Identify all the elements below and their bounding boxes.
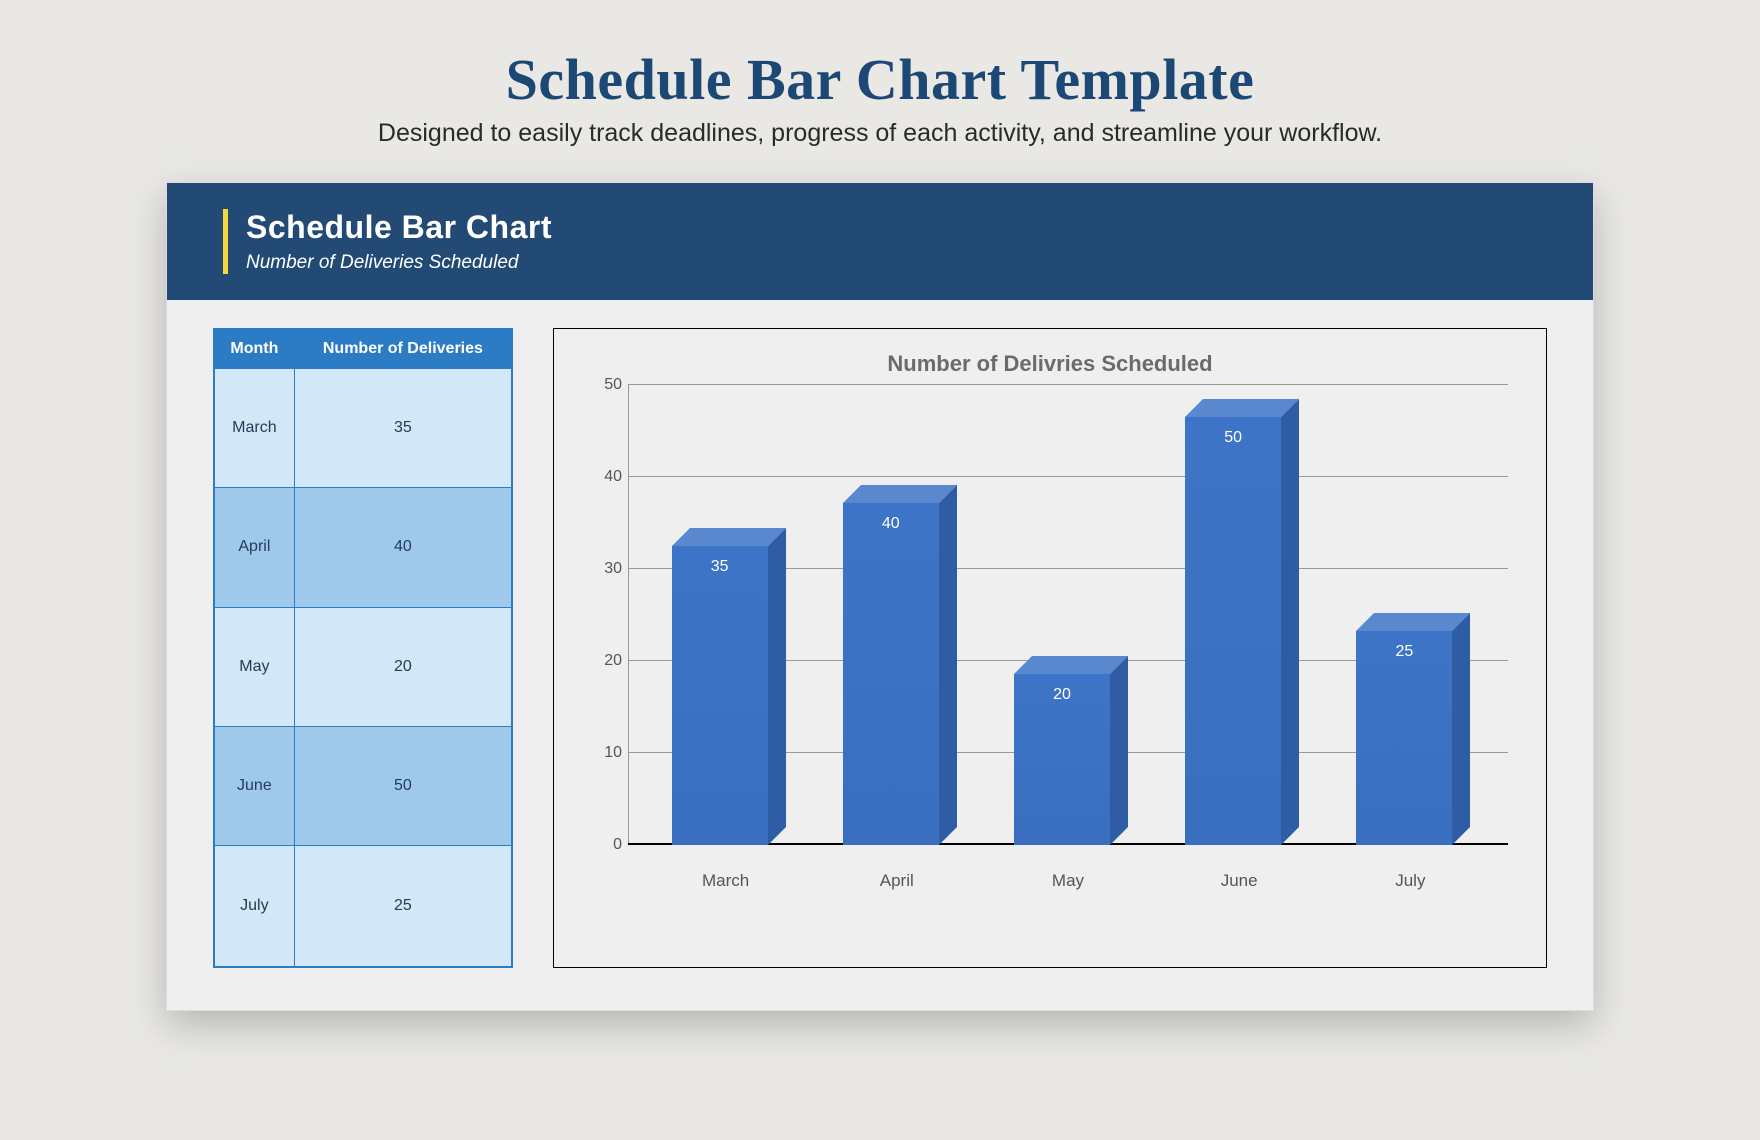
bar-face <box>672 546 768 845</box>
y-tick-label: 30 <box>582 560 622 578</box>
card-header: Schedule Bar Chart Number of Deliveries … <box>167 183 1593 300</box>
table-row: April 40 <box>214 488 512 607</box>
bar-face <box>1185 417 1281 845</box>
bar-top <box>672 528 786 546</box>
y-tick-label: 20 <box>582 652 622 670</box>
x-tick-label: June <box>1185 855 1293 905</box>
template-card: Schedule Bar Chart Number of Deliveries … <box>166 182 1594 1011</box>
bar-value-label: 50 <box>1185 429 1281 447</box>
bar-value-label: 20 <box>1014 686 1110 704</box>
bar-side <box>1110 656 1128 845</box>
x-tick-label: March <box>672 855 780 905</box>
x-tick-label: April <box>843 855 951 905</box>
cell-month: March <box>214 369 294 488</box>
bar-face <box>843 503 939 845</box>
chart-bars: 35 40 20 50 25 <box>628 385 1508 845</box>
bar-side <box>939 485 957 845</box>
bar-side <box>768 528 786 845</box>
cell-value: 50 <box>294 726 512 845</box>
chart-bar: 20 <box>1014 674 1122 845</box>
y-tick-label: 40 <box>582 468 622 486</box>
chart-panel: Number of Delivries Scheduled 0 10 20 30 40 5… <box>553 328 1547 968</box>
bar-side <box>1452 613 1470 845</box>
page-subtitle: Designed to easily track deadlines, prog… <box>160 119 1600 148</box>
page-title: Schedule Bar Chart Template <box>160 46 1600 113</box>
bar-value-label: 40 <box>843 515 939 533</box>
bar-face <box>1356 631 1452 845</box>
y-tick-label: 0 <box>582 836 622 854</box>
table-row: July 25 <box>214 846 512 968</box>
table-row: May 20 <box>214 607 512 726</box>
chart-bar: 50 <box>1185 417 1293 845</box>
table-header-deliveries: Number of Deliveries <box>294 329 512 369</box>
x-tick-label: July <box>1356 855 1464 905</box>
y-tick-label: 50 <box>582 376 622 394</box>
chart-bar: 25 <box>1356 631 1464 845</box>
cell-month: April <box>214 488 294 607</box>
chart-bar: 40 <box>843 503 951 845</box>
cell-value: 35 <box>294 369 512 488</box>
chart-plot: 01020304050 3540205025 MarchAprilMayJune… <box>628 385 1508 905</box>
y-tick-label: 10 <box>582 744 622 762</box>
chart-title: Number of Delivries Scheduled <box>582 351 1518 377</box>
table-row: March 35 <box>214 369 512 488</box>
bar-value-label: 25 <box>1356 643 1452 661</box>
x-axis-labels: March April May June July <box>628 855 1508 905</box>
cell-value: 20 <box>294 607 512 726</box>
cell-month: July <box>214 846 294 968</box>
x-tick-label: May <box>1014 855 1122 905</box>
cell-value: 40 <box>294 488 512 607</box>
table-header-month: Month <box>214 329 294 369</box>
card-subtitle: Number of Deliveries Scheduled <box>246 252 1537 274</box>
y-axis: 01020304050 <box>582 385 622 845</box>
chart-bar: 35 <box>672 546 780 845</box>
bar-top <box>843 485 957 503</box>
cell-month: June <box>214 726 294 845</box>
bar-value-label: 35 <box>672 558 768 576</box>
data-table: Month Number of Deliveries March 35 Apri… <box>213 328 513 968</box>
card-title: Schedule Bar Chart <box>246 209 1537 246</box>
bar-side <box>1281 399 1299 845</box>
cell-month: May <box>214 607 294 726</box>
table-row: June 50 <box>214 726 512 845</box>
cell-value: 25 <box>294 846 512 968</box>
